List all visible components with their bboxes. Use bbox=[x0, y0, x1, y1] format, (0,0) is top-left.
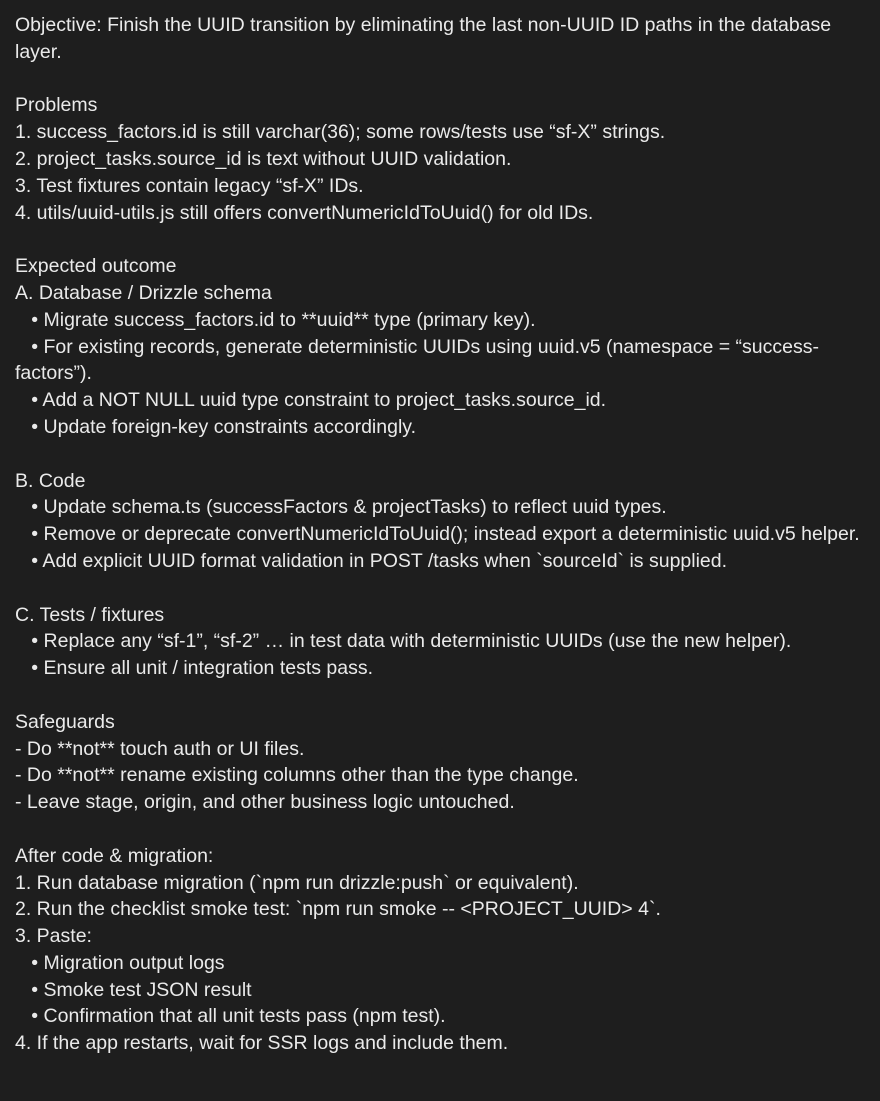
expected-outcome-heading: Expected outcome bbox=[15, 255, 177, 278]
section-c-heading: C. Tests / fixtures bbox=[15, 603, 165, 626]
problems-heading: Problems bbox=[15, 94, 98, 117]
safeguards-heading: Safeguards bbox=[15, 710, 115, 733]
problem-item: 1. success_factors.id is still varchar(3… bbox=[15, 121, 666, 144]
bullet-item: • Migrate success_factors.id to **uuid**… bbox=[15, 308, 536, 331]
objective-line: Objective: Finish the UUID transition by… bbox=[15, 14, 837, 63]
problem-item: 2. project_tasks.source_id is text witho… bbox=[15, 147, 512, 170]
safeguard-item: - Do **not** touch auth or UI files. bbox=[15, 737, 305, 760]
safeguard-item: - Do **not** rename existing columns oth… bbox=[15, 764, 579, 787]
step-item: 3. Paste: bbox=[15, 925, 92, 948]
after-heading: After code & migration: bbox=[15, 844, 214, 867]
bullet-item: • For existing records, generate determi… bbox=[15, 335, 819, 385]
bullet-item: • Migration output logs bbox=[15, 951, 225, 974]
step-item: 4. If the app restarts, wait for SSR log… bbox=[15, 1032, 509, 1055]
bullet-item: • Ensure all unit / integration tests pa… bbox=[15, 657, 374, 680]
bullet-item: • Replace any “sf-1”, “sf-2” … in test d… bbox=[15, 630, 792, 653]
step-item: 1. Run database migration (`npm run driz… bbox=[15, 871, 579, 894]
document-body: Objective: Finish the UUID transition by… bbox=[0, 0, 880, 1057]
bullet-item: • Add a NOT NULL uuid type constraint to… bbox=[15, 389, 607, 412]
problem-item: 4. utils/uuid-utils.js still offers conv… bbox=[15, 201, 594, 224]
step-item: 2. Run the checklist smoke test: `npm ru… bbox=[15, 898, 661, 921]
bullet-item: • Add explicit UUID format validation in… bbox=[15, 549, 728, 572]
bullet-item: • Confirmation that all unit tests pass … bbox=[15, 1005, 446, 1028]
bullet-item: • Smoke test JSON result bbox=[15, 978, 252, 1001]
bullet-item: • Update schema.ts (successFactors & pro… bbox=[15, 496, 667, 519]
problem-item: 3. Test fixtures contain legacy “sf-X” I… bbox=[15, 174, 364, 197]
safeguard-item: - Leave stage, origin, and other busines… bbox=[15, 791, 515, 814]
section-b-heading: B. Code bbox=[15, 469, 86, 492]
bullet-item: • Remove or deprecate convertNumericIdTo… bbox=[15, 523, 860, 546]
section-a-heading: A. Database / Drizzle schema bbox=[15, 281, 272, 304]
bullet-item: • Update foreign-key constraints accordi… bbox=[15, 415, 417, 438]
